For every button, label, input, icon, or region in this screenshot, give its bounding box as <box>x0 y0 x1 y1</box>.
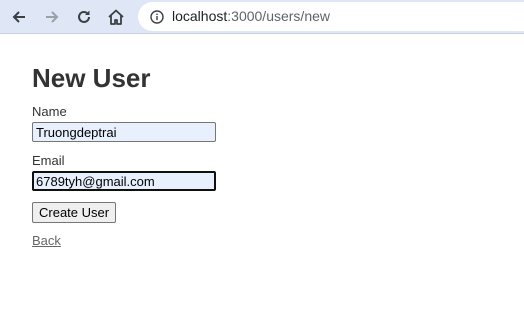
url-text: localhost:3000/users/new <box>172 8 330 25</box>
home-button[interactable] <box>104 5 128 29</box>
arrow-left-icon <box>12 11 25 23</box>
browser-toolbar: localhost:3000/users/new <box>0 0 524 34</box>
url-host: localhost <box>172 8 228 24</box>
page-title: New User <box>32 63 151 93</box>
reload-icon <box>78 10 90 23</box>
forward-nav-button[interactable] <box>40 5 64 29</box>
back-nav-button[interactable] <box>7 5 31 29</box>
create-user-button[interactable]: Create User <box>32 202 117 223</box>
email-input[interactable] <box>32 171 216 191</box>
info-icon[interactable] <box>150 10 164 24</box>
reload-button[interactable] <box>72 5 96 29</box>
name-input[interactable] <box>32 122 216 142</box>
url-path: :3000/users/new <box>227 8 330 24</box>
new-user-form: New User Name Email Create User Back <box>32 62 216 248</box>
arrow-right-icon <box>46 11 59 23</box>
name-label: Name <box>32 104 67 119</box>
home-icon <box>108 9 124 25</box>
address-bar[interactable]: localhost:3000/users/new <box>138 2 524 31</box>
back-link[interactable]: Back <box>32 233 61 249</box>
email-label: Email <box>32 153 65 168</box>
